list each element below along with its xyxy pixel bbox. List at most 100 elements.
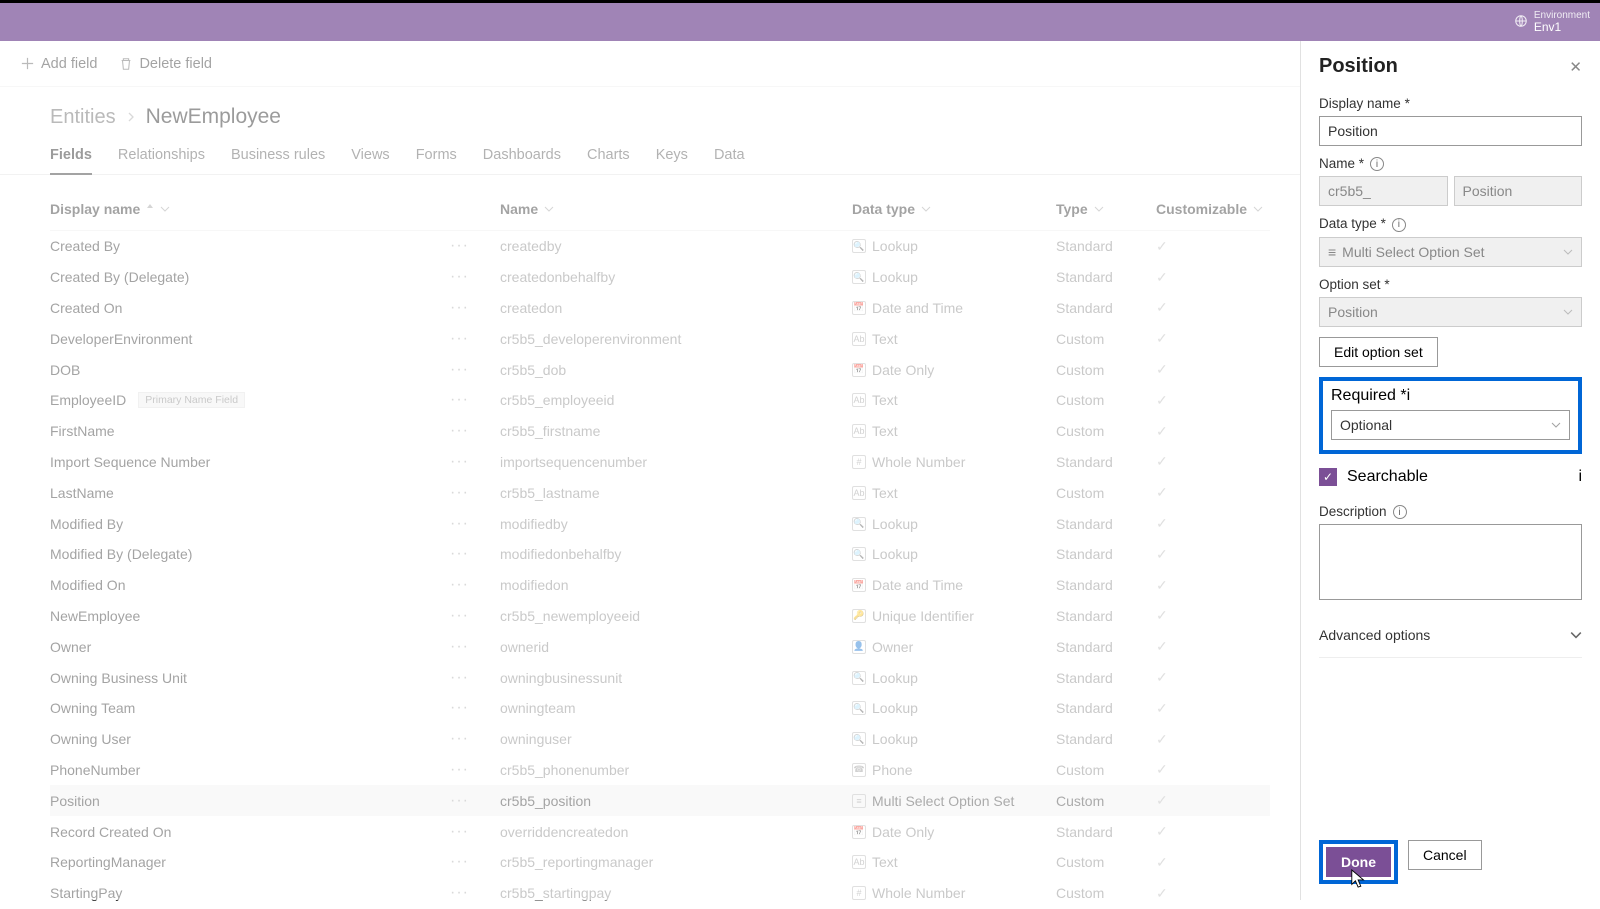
cell-customizable: ✓ (1156, 484, 1266, 501)
close-panel-icon[interactable]: ✕ (1569, 58, 1582, 76)
table-row[interactable]: Owning User···owninguser🔍LookupStandard✓ (50, 724, 1270, 755)
row-actions-icon[interactable]: ··· (450, 515, 500, 533)
tab-views[interactable]: Views (351, 147, 389, 174)
row-actions-icon[interactable]: ··· (450, 422, 500, 440)
row-actions-icon[interactable]: ··· (450, 576, 500, 594)
required-select[interactable]: Optional (1331, 410, 1570, 440)
table-row[interactable]: DOB···cr5b5_dob📅Date OnlyCustom✓ (50, 354, 1270, 385)
table-row[interactable]: EmployeeIDPrimary Name Field···cr5b5_emp… (50, 385, 1270, 416)
row-actions-icon[interactable]: ··· (450, 884, 500, 902)
tab-dashboards[interactable]: Dashboards (483, 147, 561, 174)
row-actions-icon[interactable]: ··· (450, 237, 500, 255)
table-row[interactable]: NewEmployee···cr5b5_newemployeeid🔑Unique… (50, 601, 1270, 632)
table-row[interactable]: Import Sequence Number···importsequencen… (50, 447, 1270, 478)
add-field-command[interactable]: Add field (20, 56, 97, 72)
edit-option-set-button[interactable]: Edit option set (1319, 337, 1438, 367)
lookup-icon: 🔍 (852, 671, 866, 685)
tab-forms[interactable]: Forms (416, 147, 457, 174)
tab-fields[interactable]: Fields (50, 147, 92, 175)
row-actions-icon[interactable]: ··· (450, 330, 500, 348)
row-actions-icon[interactable]: ··· (450, 853, 500, 871)
info-icon[interactable]: i (1370, 157, 1384, 171)
info-icon[interactable]: i (1407, 387, 1411, 404)
col-header-customizable[interactable]: Customizable (1156, 201, 1266, 217)
table-row[interactable]: Created On···createdon📅Date and TimeStan… (50, 293, 1270, 324)
cell-type: Standard (1056, 300, 1156, 316)
table-row[interactable]: Modified On···modifiedon📅Date and TimeSt… (50, 570, 1270, 601)
col-header-data-type[interactable]: Data type (852, 201, 1056, 217)
cell-type: Standard (1056, 639, 1156, 655)
col-header-type[interactable]: Type (1056, 201, 1156, 217)
option-set-select[interactable]: Position (1319, 297, 1582, 327)
cell-customizable: ✓ (1156, 361, 1266, 378)
table-row[interactable]: Modified By (Delegate)···modifiedonbehal… (50, 539, 1270, 570)
row-actions-icon[interactable]: ··· (450, 391, 500, 409)
info-icon[interactable]: i (1392, 218, 1406, 232)
table-row[interactable]: LastName···cr5b5_lastnameAbTextCustom✓ (50, 477, 1270, 508)
table-row[interactable]: Owning Team···owningteam🔍LookupStandard✓ (50, 693, 1270, 724)
primary-name-badge: Primary Name Field (138, 392, 245, 408)
row-actions-icon[interactable]: ··· (450, 607, 500, 625)
table-row[interactable]: PhoneNumber···cr5b5_phonenumber☎PhoneCus… (50, 755, 1270, 786)
chevron-down-icon (1563, 307, 1573, 317)
tab-relationships[interactable]: Relationships (118, 147, 205, 174)
tab-charts[interactable]: Charts (587, 147, 630, 174)
searchable-checkbox[interactable]: ✓ (1319, 468, 1337, 486)
cell-type: Custom (1056, 485, 1156, 501)
cell-type: Custom (1056, 885, 1156, 901)
info-icon[interactable]: i (1393, 505, 1407, 519)
table-row[interactable]: DeveloperEnvironment···cr5b5_developeren… (50, 323, 1270, 354)
cell-name: modifiedon (500, 577, 852, 593)
col-header-name[interactable]: Name (500, 201, 852, 217)
cell-name: cr5b5_newemployeeid (500, 608, 852, 624)
row-actions-icon[interactable]: ··· (450, 453, 500, 471)
info-icon[interactable]: i (1578, 468, 1582, 486)
tab-business-rules[interactable]: Business rules (231, 147, 325, 174)
table-row[interactable]: Created By···createdby🔍LookupStandard✓ (50, 231, 1270, 262)
text-icon: Ab (852, 486, 866, 500)
cell-display-name: Created By (Delegate) (50, 269, 450, 285)
row-actions-icon[interactable]: ··· (450, 730, 500, 748)
cell-display-name: Owner (50, 639, 450, 655)
display-name-input[interactable] (1319, 116, 1582, 146)
row-actions-icon[interactable]: ··· (450, 699, 500, 717)
table-row[interactable]: ReportingManager···cr5b5_reportingmanage… (50, 847, 1270, 878)
row-actions-icon[interactable]: ··· (450, 823, 500, 841)
row-actions-icon[interactable]: ··· (450, 638, 500, 656)
table-row[interactable]: StartingPay···cr5b5_startingpay#Whole Nu… (50, 878, 1270, 909)
cell-data-type: 📅Date Only (852, 362, 1056, 378)
done-button[interactable]: Done (1326, 847, 1391, 877)
table-row[interactable]: Owner···ownerid👤OwnerStandard✓ (50, 631, 1270, 662)
table-row[interactable]: Owning Business Unit···owningbusinessuni… (50, 662, 1270, 693)
cell-type: Custom (1056, 362, 1156, 378)
row-actions-icon[interactable]: ··· (450, 669, 500, 687)
advanced-options-toggle[interactable]: Advanced options (1319, 613, 1582, 658)
tab-data[interactable]: Data (714, 147, 745, 174)
table-row[interactable]: FirstName···cr5b5_firstnameAbTextCustom✓ (50, 416, 1270, 447)
row-actions-icon[interactable]: ··· (450, 761, 500, 779)
row-actions-icon[interactable]: ··· (450, 361, 500, 379)
table-row[interactable]: Created By (Delegate)···createdonbehalfb… (50, 262, 1270, 293)
description-textarea[interactable] (1319, 524, 1582, 600)
environment-label: Environment (1534, 11, 1590, 21)
table-row[interactable]: Modified By···modifiedby🔍LookupStandard✓ (50, 508, 1270, 539)
table-row[interactable]: Record Created On···overriddencreatedon📅… (50, 816, 1270, 847)
number-icon: # (852, 886, 866, 900)
delete-field-command[interactable]: Delete field (119, 56, 212, 72)
breadcrumb-root[interactable]: Entities (50, 106, 116, 129)
cell-display-name: PhoneNumber (50, 762, 450, 778)
cell-name: createdby (500, 238, 852, 254)
col-header-display-name[interactable]: Display name (50, 201, 450, 217)
row-actions-icon[interactable]: ··· (450, 299, 500, 317)
row-actions-icon[interactable]: ··· (450, 792, 500, 810)
cell-display-name: Import Sequence Number (50, 454, 450, 470)
row-actions-icon[interactable]: ··· (450, 268, 500, 286)
table-row[interactable]: Position···cr5b5_position≡Multi Select O… (50, 785, 1270, 816)
table-body: Created By···createdby🔍LookupStandard✓Cr… (50, 231, 1270, 909)
tab-keys[interactable]: Keys (656, 147, 688, 174)
cancel-button[interactable]: Cancel (1408, 840, 1482, 870)
cell-display-name: Position (50, 793, 450, 809)
row-actions-icon[interactable]: ··· (450, 484, 500, 502)
row-actions-icon[interactable]: ··· (450, 545, 500, 563)
cell-display-name: EmployeeIDPrimary Name Field (50, 392, 450, 408)
